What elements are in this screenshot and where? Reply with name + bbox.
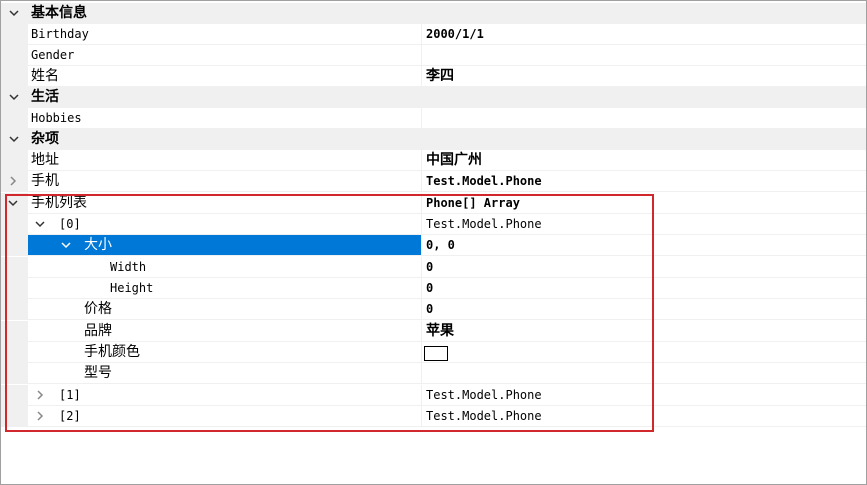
property-row-width[interactable]: Width 0 bbox=[1, 257, 866, 278]
property-name: Hobbies bbox=[31, 111, 82, 125]
category-label: 生活 bbox=[31, 89, 59, 105]
property-row-brand[interactable]: 品牌 苹果 bbox=[1, 321, 866, 342]
category-label: 杂项 bbox=[31, 131, 59, 147]
property-value[interactable]: Test.Model.Phone bbox=[426, 406, 542, 427]
property-name: Width bbox=[110, 260, 147, 274]
property-name: [2] bbox=[59, 409, 81, 423]
property-name: 品牌 bbox=[84, 323, 112, 339]
property-value[interactable]: Test.Model.Phone bbox=[426, 214, 542, 235]
category-life[interactable]: 生活 bbox=[1, 87, 866, 108]
property-value[interactable]: Test.Model.Phone bbox=[426, 171, 542, 192]
property-row-birthday[interactable]: Birthday 2000/1/1 bbox=[1, 24, 866, 45]
property-name: 大小 bbox=[84, 237, 112, 253]
category-label: 基本信息 bbox=[31, 5, 87, 21]
property-row-item-0[interactable]: [0] Test.Model.Phone bbox=[1, 214, 866, 235]
property-grid: 基本信息 Birthday 2000/1/1 Gender 姓名 李四 生活 H… bbox=[0, 0, 867, 485]
property-value[interactable]: 0 bbox=[426, 299, 433, 320]
chevron-down-icon[interactable] bbox=[7, 6, 21, 20]
property-value[interactable]: Phone[] Array bbox=[426, 193, 520, 214]
property-value[interactable]: Test.Model.Phone bbox=[426, 385, 542, 406]
property-row-model[interactable]: 型号 bbox=[1, 363, 866, 384]
property-row-item-1[interactable]: [1] Test.Model.Phone bbox=[1, 385, 866, 406]
property-row-phone-color[interactable]: 手机颜色 bbox=[1, 342, 866, 363]
property-value[interactable]: 0 bbox=[426, 257, 433, 278]
property-name: 手机列表 bbox=[31, 195, 87, 211]
property-value[interactable]: 0 bbox=[426, 278, 433, 299]
property-row-hobbies[interactable]: Hobbies bbox=[1, 108, 866, 129]
property-row-name[interactable]: 姓名 李四 bbox=[1, 66, 866, 87]
chevron-right-icon[interactable] bbox=[33, 388, 47, 402]
chevron-down-icon[interactable] bbox=[7, 90, 21, 104]
property-name: [1] bbox=[59, 388, 81, 402]
property-row-phone[interactable]: 手机 Test.Model.Phone bbox=[1, 171, 866, 192]
chevron-right-icon[interactable] bbox=[6, 174, 20, 188]
property-name: Gender bbox=[31, 48, 75, 62]
chevron-down-icon[interactable] bbox=[33, 217, 47, 231]
category-misc[interactable]: 杂项 bbox=[1, 129, 866, 150]
property-value[interactable]: 李四 bbox=[426, 66, 454, 87]
property-row-gender[interactable]: Gender bbox=[1, 45, 866, 66]
property-row-phone-list[interactable]: 手机列表 Phone[] Array bbox=[1, 193, 866, 214]
color-swatch[interactable] bbox=[424, 346, 448, 361]
property-row-price[interactable]: 价格 0 bbox=[1, 299, 866, 320]
property-value[interactable]: 2000/1/1 bbox=[426, 24, 484, 45]
property-name: 姓名 bbox=[31, 68, 59, 84]
property-name: Height bbox=[110, 281, 154, 295]
property-name: 手机 bbox=[31, 173, 59, 189]
property-row-item-2[interactable]: [2] Test.Model.Phone bbox=[1, 406, 866, 427]
chevron-down-icon[interactable] bbox=[59, 238, 73, 252]
property-row-height[interactable]: Height 0 bbox=[1, 278, 866, 299]
property-value[interactable]: 苹果 bbox=[426, 321, 454, 342]
property-row-size[interactable]: 大小 0, 0 bbox=[1, 235, 866, 256]
property-name: 价格 bbox=[84, 301, 112, 317]
category-basic-info[interactable]: 基本信息 bbox=[1, 3, 866, 24]
chevron-down-icon[interactable] bbox=[6, 196, 20, 210]
property-name: [0] bbox=[59, 217, 81, 231]
property-name: 手机颜色 bbox=[84, 344, 140, 360]
chevron-down-icon[interactable] bbox=[7, 132, 21, 146]
property-row-address[interactable]: 地址 中国广州 bbox=[1, 150, 866, 171]
property-name: 地址 bbox=[31, 152, 59, 168]
property-value[interactable]: 0, 0 bbox=[426, 235, 455, 256]
property-value[interactable]: 中国广州 bbox=[426, 150, 482, 171]
property-name: 型号 bbox=[84, 365, 112, 381]
chevron-right-icon[interactable] bbox=[33, 409, 47, 423]
property-name: Birthday bbox=[31, 27, 89, 41]
